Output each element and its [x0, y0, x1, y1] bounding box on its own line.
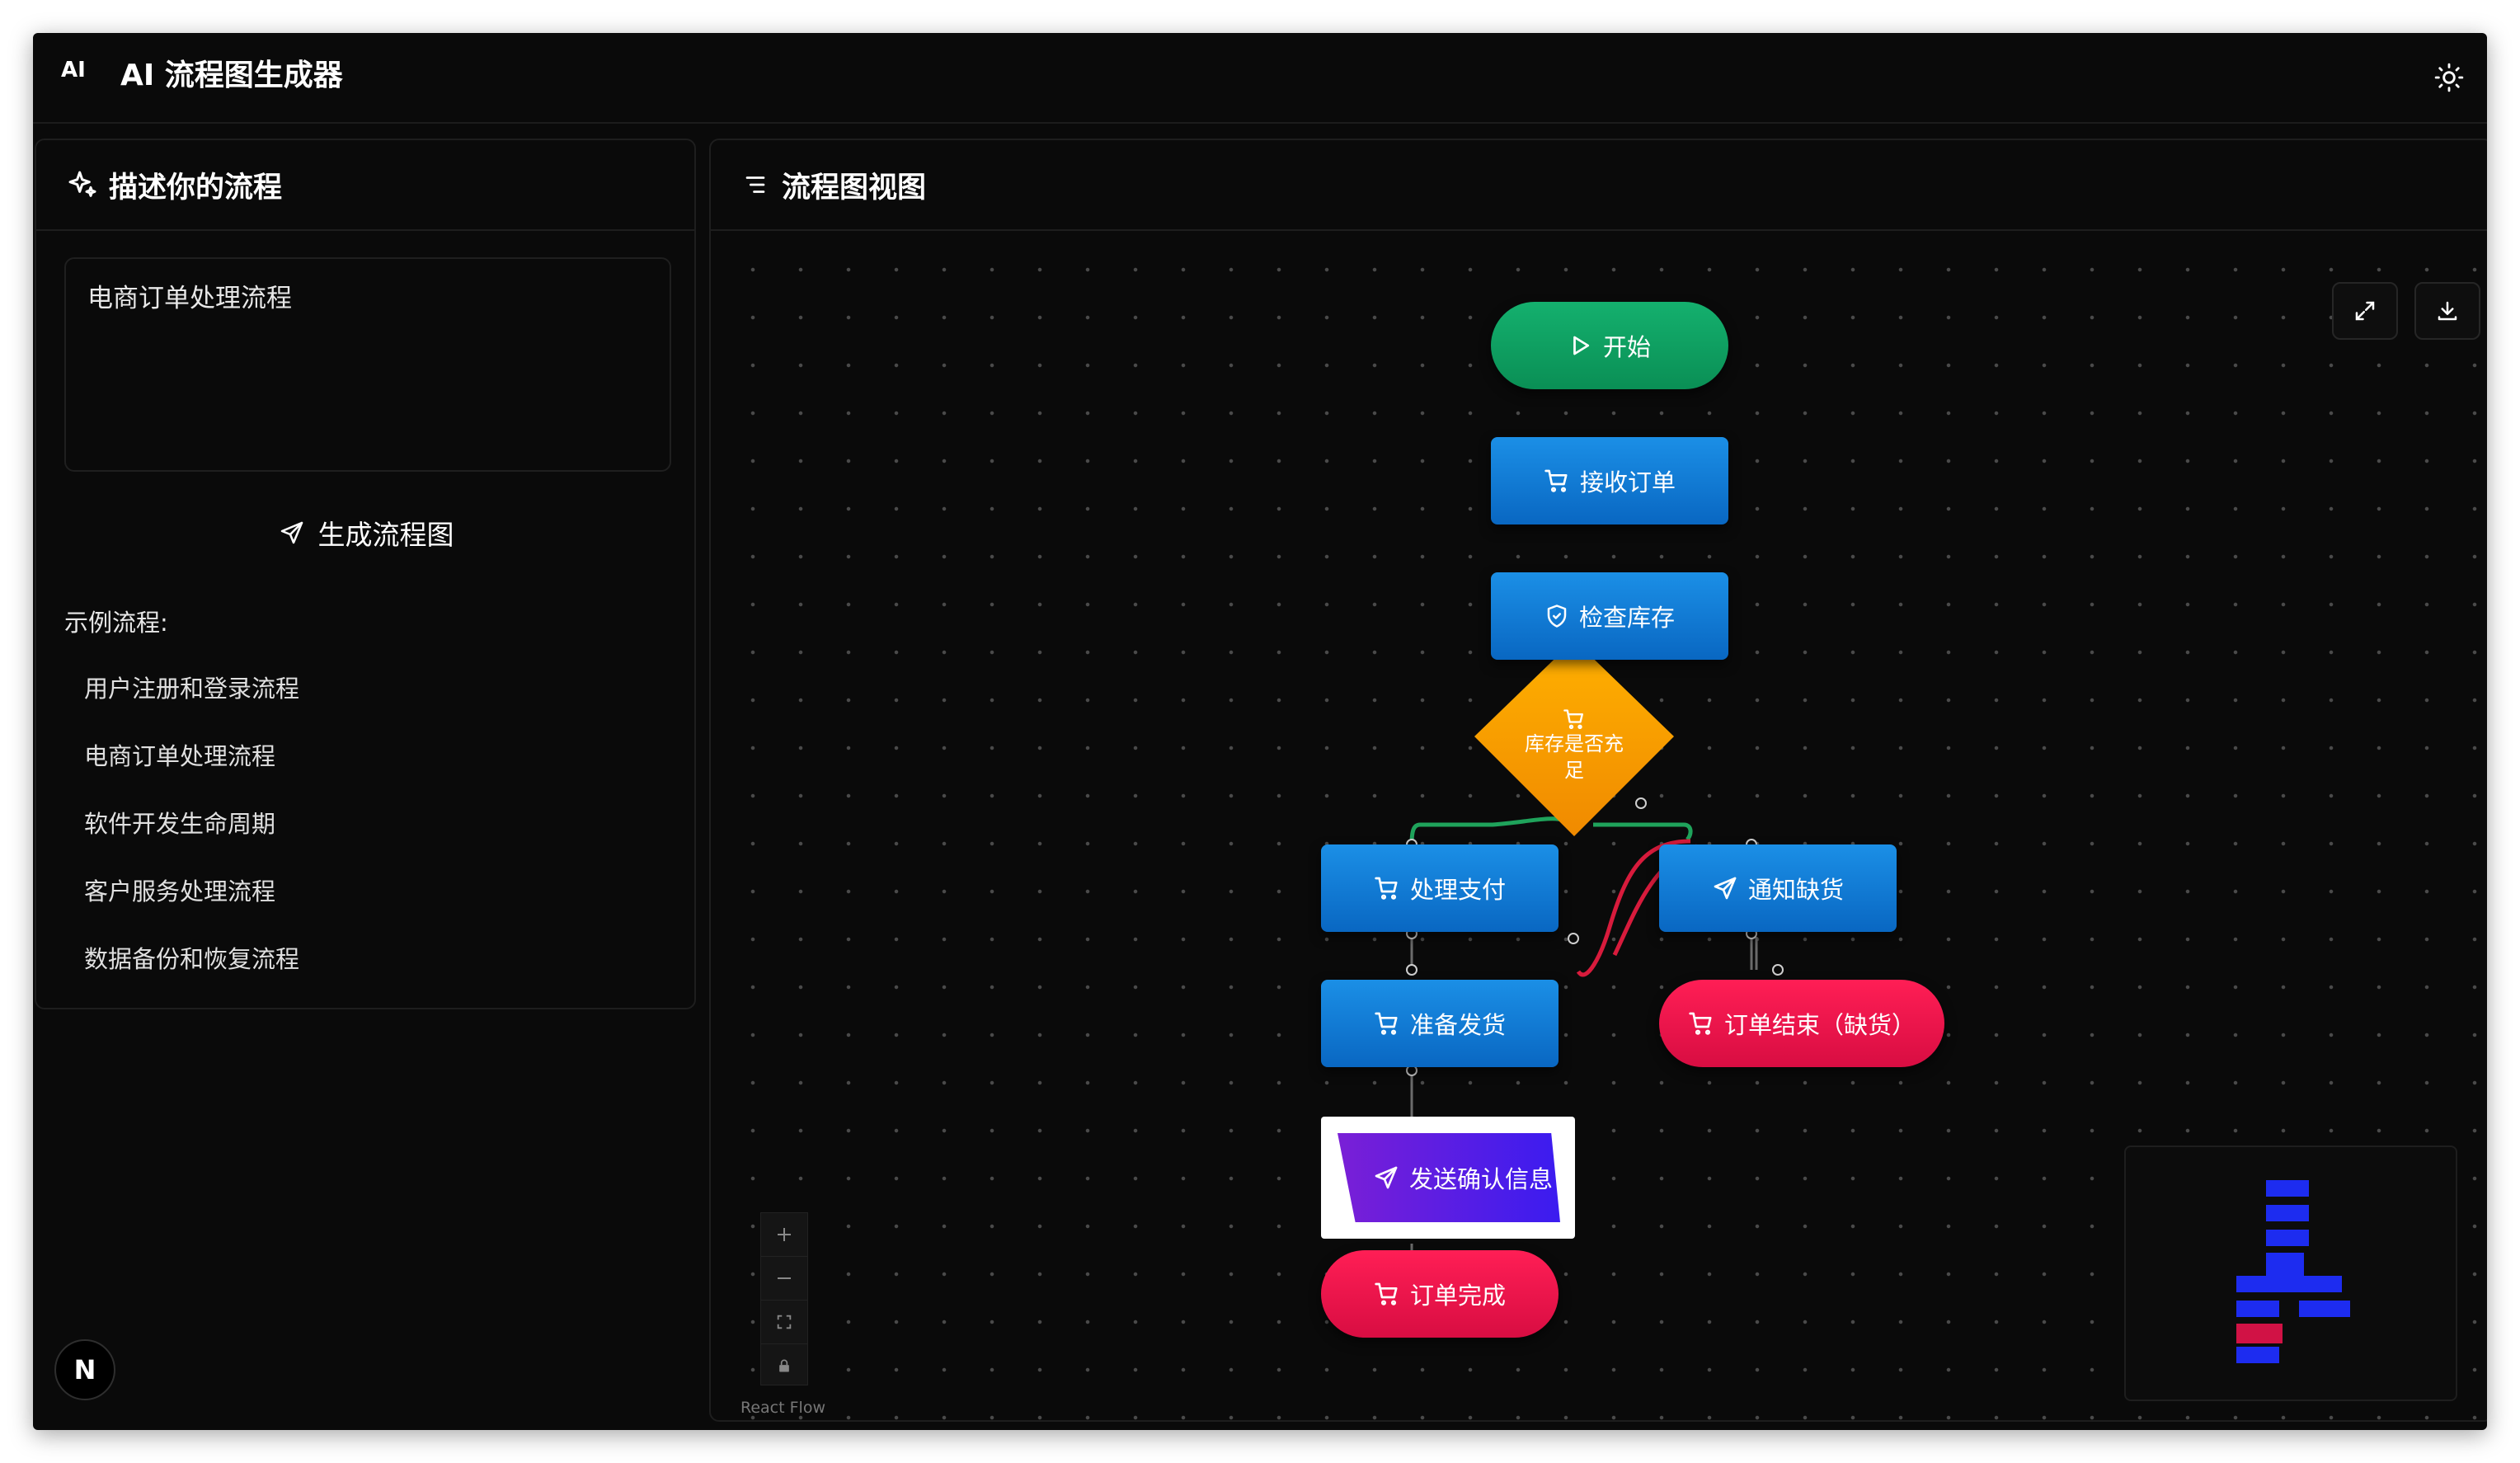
flow-node-check-inventory[interactable]: 检查库存 [1491, 572, 1728, 660]
flow-node-order-complete[interactable]: 订单完成 [1321, 1250, 1559, 1338]
sparkles-icon [64, 167, 101, 203]
node-label: 准备发货 [1409, 1011, 1506, 1039]
minimap-node [2236, 1324, 2283, 1343]
cart-icon [1375, 1012, 1398, 1035]
decision-label-line2: 足 [1564, 759, 1584, 782]
examples-title: 示例流程: [64, 609, 168, 637]
node-label: 开始 [1602, 333, 1651, 361]
flowchart-panel: 流程图视图 库存是否充 足 开始 接收订单 检查库存 处理支付 通知缺货 准备发… [709, 139, 2487, 1422]
send-icon [280, 521, 303, 544]
node-label: 检查库存 [1578, 604, 1675, 632]
top-bar: AI AI 流程图生成器 [33, 33, 2487, 124]
app-window: AI AI 流程图生成器 描述你的流程 电商订单处理流程 生成流程图 示例流程:… [33, 33, 2487, 1430]
minimap-node [2266, 1205, 2309, 1221]
app-logo: AI [61, 58, 86, 82]
fit-view-icon [777, 1315, 792, 1329]
minimap-node [2236, 1347, 2279, 1363]
flowchart-panel-header: 流程图视图 [711, 140, 2487, 231]
node-label: 接收订单 [1579, 468, 1676, 496]
flow-node-process-payment[interactable]: 处理支付 [1321, 844, 1559, 932]
minimap-node [2266, 1230, 2309, 1246]
plus-icon [778, 1228, 791, 1241]
zoom-out-button[interactable] [761, 1257, 807, 1301]
node-label: 通知缺货 [1747, 876, 1844, 904]
node-label: 订单结束（缺货） [1723, 1011, 1916, 1039]
minimap-node [2299, 1301, 2350, 1317]
zoom-controls [760, 1212, 808, 1385]
react-flow-attribution[interactable]: React Flow [740, 1399, 825, 1417]
cart-icon [1689, 1012, 1712, 1035]
node-label: 发送确认信息 [1408, 1165, 1553, 1193]
cart-icon [1563, 709, 1583, 730]
cart-icon [1375, 877, 1398, 900]
shield-icon [1547, 604, 1567, 628]
flow-node-receive-order[interactable]: 接收订单 [1491, 437, 1728, 525]
cart-icon [1544, 469, 1568, 492]
flow-node-prepare-shipment[interactable]: 准备发货 [1321, 980, 1559, 1067]
node-label: 处理支付 [1409, 876, 1506, 904]
minimap[interactable] [2124, 1145, 2457, 1401]
flow-node-notify-out-of-stock[interactable]: 通知缺货 [1659, 844, 1897, 932]
example-item[interactable]: 软件开发生命周期 [84, 805, 275, 840]
minimap-node [2236, 1276, 2342, 1292]
send-icon [1714, 877, 1737, 900]
start-node[interactable]: 开始 [1491, 302, 1728, 389]
lock-icon [779, 1359, 789, 1372]
fit-view-button[interactable] [761, 1301, 807, 1344]
generate-flowchart-button[interactable]: 生成流程图 [64, 500, 668, 566]
send-icon [1375, 1166, 1398, 1189]
lock-button[interactable] [761, 1344, 807, 1387]
theme-toggle-button[interactable] [2426, 54, 2472, 101]
node-label: 订单完成 [1409, 1282, 1506, 1310]
minimap-node [2266, 1180, 2309, 1197]
nextjs-badge[interactable]: N [54, 1339, 115, 1400]
app-title: AI 流程图生成器 [120, 59, 343, 92]
play-icon [1573, 336, 1590, 355]
minimap-node [2236, 1301, 2279, 1317]
flow-canvas[interactable]: 库存是否充 足 开始 接收订单 检查库存 处理支付 通知缺货 准备发货 订单结束… [711, 229, 2487, 1420]
example-item[interactable]: 用户注册和登录流程 [84, 670, 299, 704]
describe-panel: 描述你的流程 电商订单处理流程 生成流程图 示例流程: 用户注册和登录流程 电商… [35, 139, 696, 1009]
process-description-input[interactable]: 电商订单处理流程 [64, 257, 671, 472]
zoom-in-button[interactable] [761, 1213, 807, 1257]
flowchart-panel-title: 流程图视图 [782, 171, 927, 205]
describe-panel-title: 描述你的流程 [109, 171, 283, 205]
sun-icon [2434, 63, 2464, 92]
generate-button-label: 生成流程图 [317, 519, 454, 551]
describe-panel-header: 描述你的流程 [36, 140, 694, 231]
list-icon [737, 167, 773, 203]
example-item[interactable]: 数据备份和恢复流程 [84, 940, 299, 975]
process-description-value: 电商订单处理流程 [87, 284, 292, 313]
minus-icon [778, 1277, 791, 1279]
decision-label-line1: 库存是否充 [1525, 732, 1624, 755]
flow-node-order-end-out-of-stock[interactable]: 订单结束（缺货） [1659, 980, 1944, 1067]
flow-node-send-confirmation[interactable]: 发送确认信息 [1321, 1117, 1575, 1239]
cart-icon [1375, 1282, 1398, 1305]
example-item[interactable]: 客户服务处理流程 [84, 873, 275, 907]
example-item[interactable]: 电商订单处理流程 [84, 737, 275, 772]
